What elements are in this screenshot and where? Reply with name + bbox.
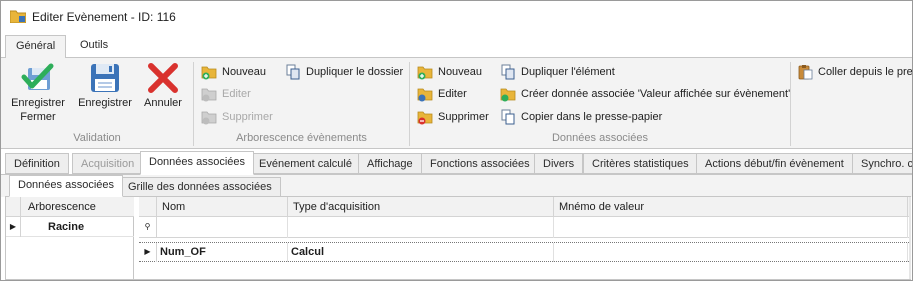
cancel-x-icon — [148, 63, 178, 93]
group-label-donnees: Données associées — [551, 132, 648, 144]
copy-clipboard-button[interactable]: Copier dans le presse-papier — [500, 108, 662, 126]
duplicate-folder-label: Dupliquer le dossier — [306, 66, 404, 78]
content-panel: Arborescence ▶ Racine Nom Type d'acquisi… — [5, 196, 911, 280]
duplicate-icon — [501, 64, 515, 80]
page-tab-strip: Définition Acquisition Données associées… — [1, 151, 912, 175]
duplicate-folder-button[interactable]: Dupliquer le dossier — [285, 63, 403, 81]
subtab-donnees-associees[interactable]: Données associées — [9, 175, 124, 197]
grid-header: Nom Type d'acquisition Mnémo de valeur — [139, 197, 911, 217]
tree-edit-label: Editer — [222, 88, 251, 100]
paste-icon — [798, 65, 813, 80]
folder-edit-icon — [201, 88, 217, 102]
tab-fonctions-associees[interactable]: Fonctions associées — [421, 153, 539, 174]
duplicate-icon — [286, 64, 300, 80]
title-bar: Editer Evènement - ID: 116 — [1, 1, 912, 33]
row-pointer-icon: ▶ — [6, 217, 21, 237]
create-displayed-value-button[interactable]: Créer donnée associée 'Valeur affichée s… — [500, 85, 790, 103]
tree-edit-button[interactable]: Editer — [201, 85, 251, 103]
column-header-mnemo[interactable]: Mnémo de valeur — [554, 197, 908, 217]
tab-acquisition[interactable]: Acquisition — [72, 153, 144, 174]
cancel-label: Annuler — [144, 97, 182, 109]
row-indicator-header — [6, 197, 21, 217]
ribbon-tab-outils[interactable]: Outils — [70, 35, 118, 58]
save-close-label-2: Fermer — [20, 111, 56, 123]
tab-divers[interactable]: Divers — [534, 153, 584, 174]
paste-clipboard-button[interactable]: Coller depuis le presse-papier — [797, 63, 913, 81]
tree-panel: Arborescence ▶ Racine — [6, 197, 134, 279]
tab-affichage[interactable]: Affichage — [358, 153, 422, 174]
group-separator — [790, 62, 791, 146]
tree-header-label: Arborescence — [28, 201, 96, 213]
duplicate-element-label: Dupliquer l'élément — [521, 66, 615, 78]
duplicate-element-button[interactable]: Dupliquer l'élément — [500, 63, 615, 81]
folder-add-icon — [417, 66, 433, 80]
cancel-button[interactable]: Annuler — [140, 60, 186, 110]
cell-type[interactable]: Calcul — [288, 243, 554, 262]
data-delete-label: Supprimer — [438, 111, 489, 123]
cell-mnemo[interactable] — [554, 243, 908, 262]
data-edit-button[interactable]: Editer — [417, 85, 467, 103]
data-delete-button[interactable]: Supprimer — [417, 108, 489, 126]
editor-window: Editer Evènement - ID: 116 Général Outil… — [0, 0, 913, 281]
data-grid: Nom Type d'acquisition Mnémo de valeur ⚲… — [139, 197, 911, 279]
create-displayed-value-label: Créer donnée associée 'Valeur affichée s… — [521, 88, 791, 100]
tree-node-label: Racine — [48, 221, 85, 233]
ribbon-tab-strip: Général Outils — [1, 35, 912, 58]
folder-delete-icon — [201, 111, 217, 125]
tab-synchro[interactable]: Synchro. c — [852, 153, 912, 174]
folder-add-icon — [201, 66, 217, 80]
save-label: Enregistrer — [78, 97, 132, 109]
table-row[interactable]: ▶ Num_OF Calcul — [139, 242, 911, 262]
group-label-arborescence: Arborescence évènements — [236, 132, 367, 144]
copy-icon — [501, 109, 515, 125]
tree-delete-label: Supprimer — [222, 111, 273, 123]
data-new-button[interactable]: Nouveau — [417, 63, 482, 81]
tree-new-button[interactable]: Nouveau — [201, 63, 266, 81]
vertical-scrollbar[interactable] — [909, 197, 911, 279]
tree-header: Arborescence — [6, 197, 134, 217]
tab-criteres-statistiques[interactable]: Critères statistiques — [583, 153, 698, 174]
filter-cell-nom[interactable] — [157, 217, 288, 238]
tree-node-racine[interactable]: ▶ Racine — [6, 217, 134, 237]
copy-clipboard-label: Copier dans le presse-papier — [521, 111, 663, 123]
data-new-label: Nouveau — [438, 66, 483, 78]
sub-tab-strip: Données associées Grille des données ass… — [1, 175, 912, 197]
tab-actions-debut-fin[interactable]: Actions début/fin évènement — [696, 153, 853, 174]
row-pointer-icon: ▶ — [139, 243, 157, 262]
folder-edit-icon — [417, 88, 433, 102]
filter-cell-mnemo[interactable] — [554, 217, 908, 238]
subtab-grille-donnees[interactable]: Grille des données associées — [119, 177, 281, 197]
folder-star-icon — [500, 88, 516, 102]
folder-delete-icon — [417, 111, 433, 125]
save-close-label-1: Enregistrer — [11, 97, 65, 109]
save-button[interactable]: Enregistrer — [75, 60, 135, 110]
group-label-validation: Validation — [73, 132, 121, 144]
ribbon-tab-general[interactable]: Général — [5, 35, 67, 58]
save-close-button[interactable]: Enregistrer Fermer — [7, 60, 69, 124]
column-header-nom[interactable]: Nom — [157, 197, 288, 217]
tab-evenement-calcule[interactable]: Evénement calculé — [250, 153, 361, 174]
row-indicator-header — [139, 197, 157, 217]
ribbon-panel: Enregistrer Fermer Enregistrer Annuler V… — [1, 57, 912, 149]
filter-cell-type[interactable] — [288, 217, 554, 238]
paste-clipboard-label: Coller depuis le presse-papier — [818, 66, 913, 78]
cell-nom[interactable]: Num_OF — [157, 243, 288, 262]
filter-pin-icon: ⚲ — [139, 217, 157, 238]
floppy-disk-icon — [91, 64, 119, 92]
column-header-type-acquisition[interactable]: Type d'acquisition — [288, 197, 554, 217]
check-floppy-icon — [21, 63, 54, 90]
tab-donnees-associees[interactable]: Données associées — [140, 151, 255, 175]
window-title: Editer Evènement - ID: 116 — [32, 10, 176, 24]
tree-delete-button[interactable]: Supprimer — [201, 108, 273, 126]
data-edit-label: Editer — [438, 88, 467, 100]
tree-new-label: Nouveau — [222, 66, 267, 78]
tab-definition[interactable]: Définition — [5, 153, 69, 174]
filter-row[interactable]: ⚲ — [139, 217, 911, 238]
folder-icon — [10, 10, 26, 23]
